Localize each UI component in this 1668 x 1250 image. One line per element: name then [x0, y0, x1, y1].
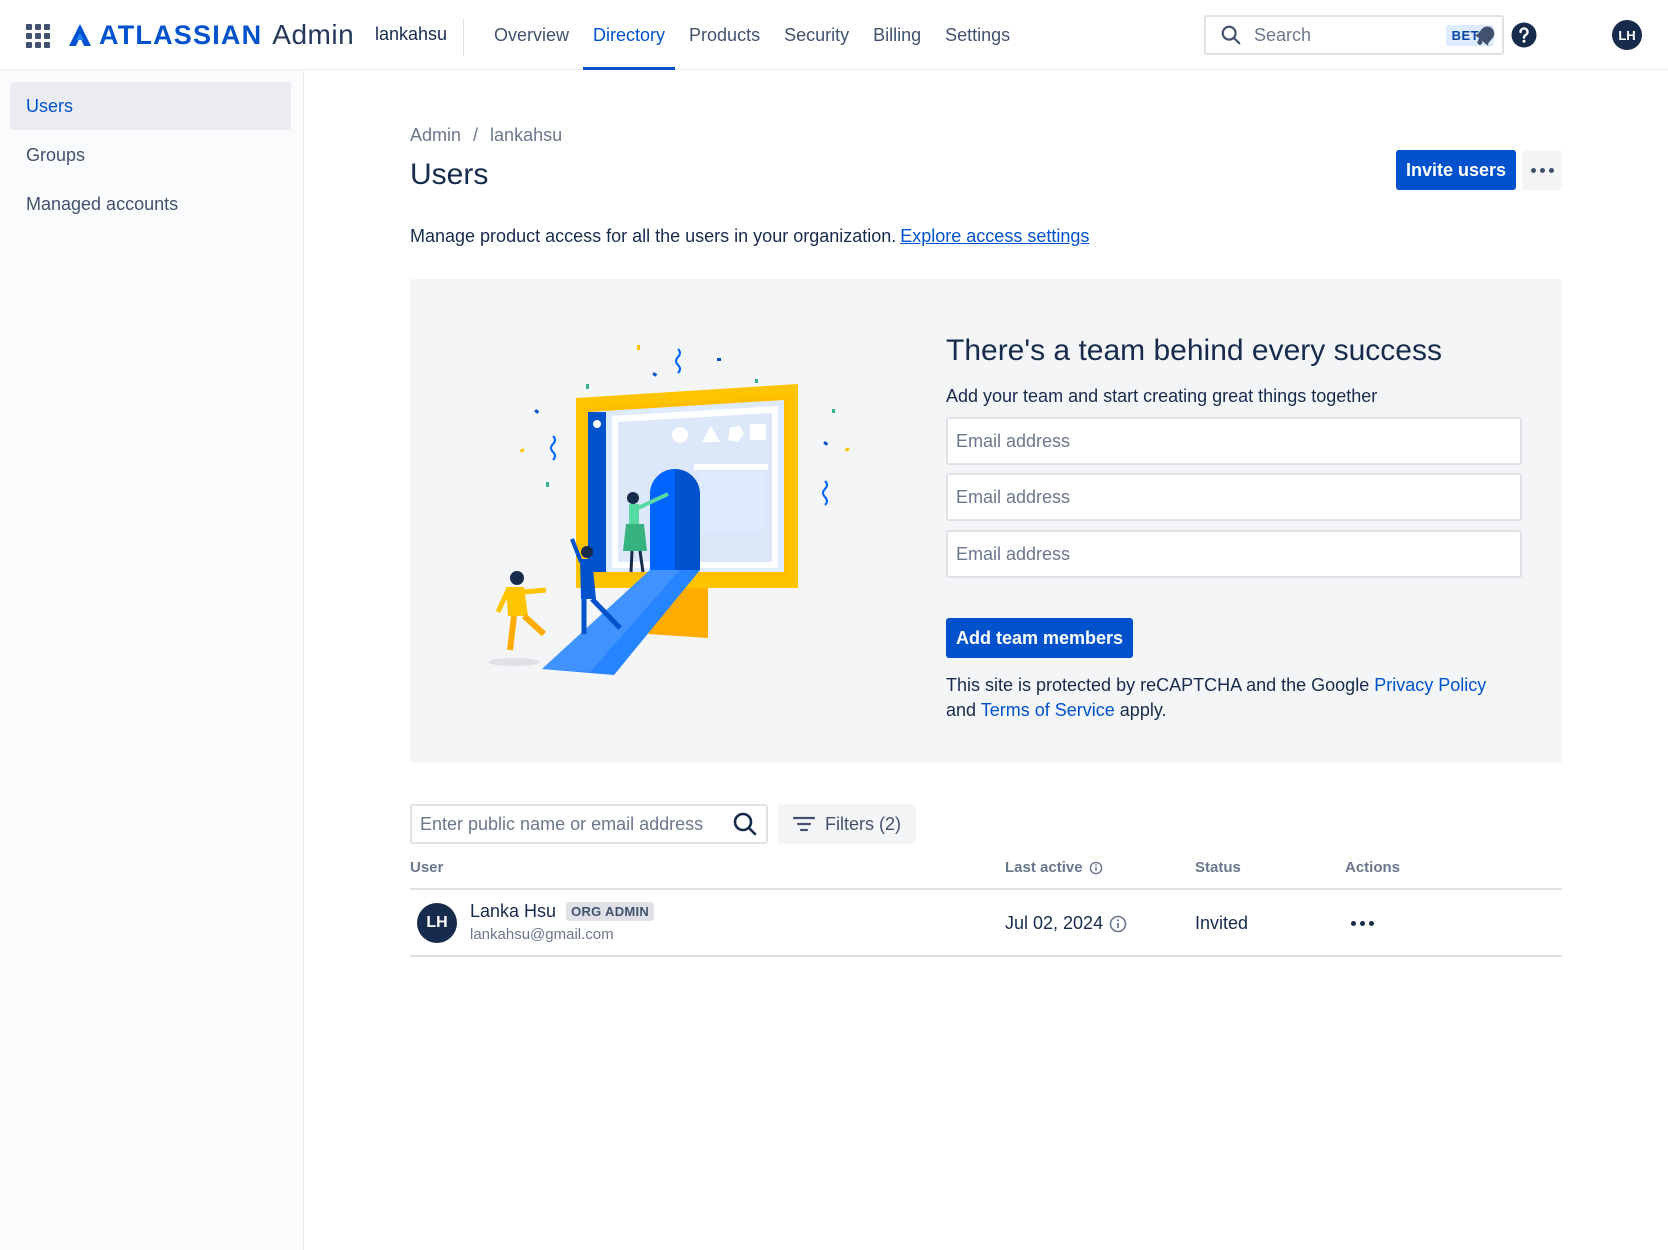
nav-products[interactable]: Products: [677, 0, 772, 70]
invite-users-button[interactable]: Invite users: [1396, 150, 1516, 190]
atlassian-admin-logo[interactable]: ATLASSIAN Admin: [67, 19, 354, 51]
panel-subtitle: Add your team and start creating great t…: [946, 386, 1378, 406]
help-icon[interactable]: [1510, 21, 1538, 49]
terms-of-service-link[interactable]: Terms of Service: [981, 700, 1115, 720]
column-header-status[interactable]: Status: [1195, 859, 1241, 876]
user-search-field: [410, 804, 768, 844]
last-active-date: Jul 02, 2024: [1005, 913, 1104, 933]
user-status: Invited: [1195, 913, 1249, 933]
user-name-cell: Lanka Hsu ORG ADMIN: [470, 901, 655, 922]
org-name[interactable]: lankahsu: [375, 24, 447, 45]
filters-button[interactable]: Filters (2): [778, 804, 916, 844]
explore-access-settings-link[interactable]: Explore access settings: [900, 226, 1089, 246]
more-icon: [1350, 920, 1374, 926]
nav-security[interactable]: Security: [772, 0, 861, 70]
add-team-members-button[interactable]: Add team members: [946, 618, 1133, 658]
row-actions-button[interactable]: [1344, 911, 1380, 935]
nav-billing[interactable]: Billing: [861, 0, 933, 70]
search-placeholder: Search: [1254, 24, 1312, 45]
search-icon: [1221, 25, 1241, 45]
profile-avatar[interactable]: LH: [1612, 20, 1642, 50]
user-search-input[interactable]: [412, 806, 732, 842]
email-address-input-3[interactable]: [946, 530, 1522, 578]
user-avatar[interactable]: LH: [417, 903, 457, 943]
page-more-button[interactable]: [1522, 150, 1562, 190]
app-switcher-icon[interactable]: [26, 24, 50, 48]
sidebar: Users Groups Managed accounts: [0, 70, 304, 1250]
team-success-illustration: [488, 345, 850, 675]
more-icon: [1530, 167, 1554, 173]
table-header-divider: [410, 888, 1562, 890]
email-address-input-2[interactable]: [946, 473, 1522, 521]
logo-product-name: Admin: [272, 19, 355, 50]
column-user-label: User: [410, 859, 444, 876]
sidebar-item-users[interactable]: Users: [10, 82, 291, 130]
recaptcha-text: This site is protected by reCAPTCHA and …: [946, 675, 1370, 695]
top-navigation-bar: ATLASSIAN Admin lankahsu Overview Direct…: [0, 0, 1668, 70]
filter-icon: [793, 816, 815, 832]
column-header-last-active[interactable]: Last active: [1005, 859, 1103, 876]
column-status-label: Status: [1195, 859, 1241, 876]
primary-nav: Overview Directory Products Security Bil…: [482, 0, 1022, 70]
recaptcha-and: and: [946, 700, 977, 720]
atlassian-logo-icon: [69, 24, 91, 46]
breadcrumb-admin[interactable]: Admin: [410, 125, 461, 146]
column-header-user[interactable]: User: [410, 859, 443, 876]
column-actions-label: Actions: [1345, 859, 1401, 876]
user-name-link[interactable]: Lanka Hsu: [470, 901, 556, 922]
nav-directory[interactable]: Directory: [581, 0, 677, 70]
filters-label: Filters (2): [825, 813, 901, 834]
nav-settings[interactable]: Settings: [933, 0, 1022, 70]
page-title: Users: [410, 158, 489, 191]
panel-title: There's a team behind every success: [946, 334, 1442, 367]
privacy-policy-link[interactable]: Privacy Policy: [1374, 675, 1486, 695]
org-admin-badge: ORG ADMIN: [566, 902, 655, 921]
nav-divider: [463, 18, 464, 56]
breadcrumb: Admin / lankahsu: [410, 125, 562, 146]
nav-overview[interactable]: Overview: [482, 0, 581, 70]
column-last-active-label: Last active: [1005, 859, 1083, 876]
intro-text: Manage product access for all the users …: [410, 226, 1089, 247]
sidebar-item-managed-accounts[interactable]: Managed accounts: [10, 180, 291, 228]
sidebar-item-groups[interactable]: Groups: [10, 131, 291, 179]
logo-wordmark: ATLASSIAN: [99, 19, 263, 50]
intro-description: Manage product access for all the users …: [410, 226, 897, 246]
add-team-panel: There's a team behind every success Add …: [410, 279, 1562, 763]
breadcrumb-separator: /: [473, 125, 479, 145]
search-icon[interactable]: [732, 811, 758, 837]
recaptcha-notice: This site is protected by reCAPTCHA and …: [946, 673, 1506, 723]
info-icon[interactable]: [1089, 861, 1103, 875]
recaptcha-apply: apply.: [1119, 700, 1167, 720]
table-row-divider: [410, 955, 1562, 957]
breadcrumb-org[interactable]: lankahsu: [490, 125, 562, 146]
last-active-cell: Jul 02, 2024: [1005, 913, 1127, 934]
email-address-input-1[interactable]: [946, 417, 1522, 465]
notification-bell-icon[interactable]: [1472, 21, 1500, 49]
global-search[interactable]: Search BETA: [1204, 15, 1504, 55]
user-email: lankahsu@gmail.com: [470, 926, 614, 943]
column-header-actions: Actions: [1345, 859, 1400, 876]
info-icon[interactable]: [1109, 915, 1127, 933]
